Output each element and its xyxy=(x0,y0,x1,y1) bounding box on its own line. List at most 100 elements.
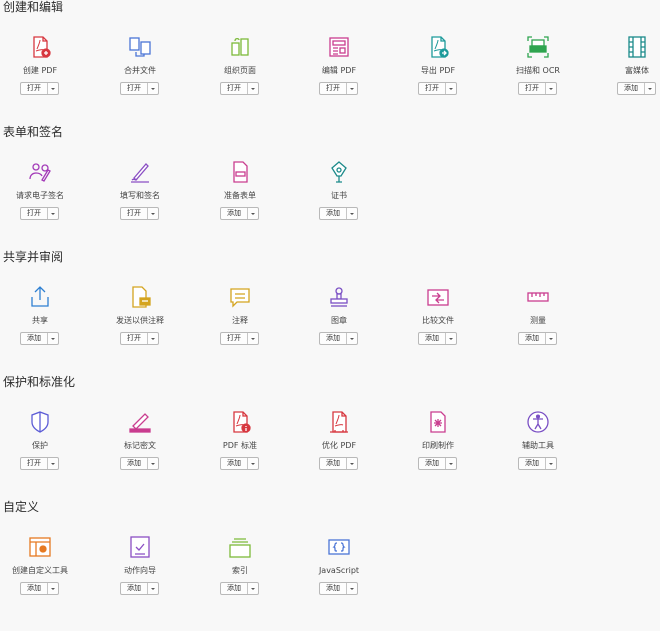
chevron-down-icon[interactable] xyxy=(545,333,556,344)
add-button[interactable]: 添加 xyxy=(320,458,346,469)
tool-card[interactable]: 保护打开 xyxy=(0,410,80,490)
open-button[interactable]: 打开 xyxy=(21,458,47,469)
tool-card[interactable]: 导出 PDF 打开 xyxy=(398,35,478,115)
add-button[interactable]: 添加 xyxy=(121,458,147,469)
protect-icon[interactable] xyxy=(28,410,52,434)
chevron-down-icon[interactable] xyxy=(147,458,158,469)
fill-sign-icon[interactable] xyxy=(128,160,152,184)
chevron-down-icon[interactable] xyxy=(247,333,258,344)
tool-label[interactable]: 图章 xyxy=(299,315,379,326)
chevron-down-icon[interactable] xyxy=(545,83,556,94)
tool-label[interactable]: 导出 PDF xyxy=(398,65,478,76)
add-button[interactable]: 添加 xyxy=(519,458,545,469)
tool-card[interactable]: 辅助工具 添加 xyxy=(498,410,578,490)
tool-label[interactable]: 证书 xyxy=(299,190,379,201)
add-button[interactable]: 添加 xyxy=(121,583,147,594)
tool-label[interactable]: 比较文件 xyxy=(398,315,478,326)
tool-label[interactable]: JavaScript xyxy=(299,565,379,576)
tool-card[interactable]: 创建自定义工具添加 xyxy=(0,535,80,615)
chevron-down-icon[interactable] xyxy=(147,333,158,344)
tool-label[interactable]: 创建自定义工具 xyxy=(0,565,80,576)
tool-card[interactable]: 准备表单 添加 xyxy=(200,160,280,240)
tool-card[interactable]: 优化 PDF 添加 xyxy=(299,410,379,490)
tool-label[interactable]: 保护 xyxy=(0,440,80,451)
tool-card[interactable]: 扫描和 OCR 打开 xyxy=(498,35,578,115)
tool-card[interactable]: 共享 添加 xyxy=(0,285,80,365)
chevron-down-icon[interactable] xyxy=(346,333,357,344)
add-button[interactable]: 添加 xyxy=(519,333,545,344)
tool-card[interactable]: 注释打开 xyxy=(200,285,280,365)
tool-card[interactable]: 动作向导添加 xyxy=(100,535,180,615)
tool-label[interactable]: 扫描和 OCR xyxy=(498,65,578,76)
chevron-down-icon[interactable] xyxy=(47,83,58,94)
tool-label[interactable]: 富媒体 xyxy=(597,65,660,76)
chevron-down-icon[interactable] xyxy=(147,83,158,94)
tool-card[interactable]: 印刷制作 添加 xyxy=(398,410,478,490)
chevron-down-icon[interactable] xyxy=(47,458,58,469)
print-production-icon[interactable] xyxy=(426,410,450,434)
open-button[interactable]: 打开 xyxy=(121,208,147,219)
tool-card[interactable]: 富媒体 添加 xyxy=(597,35,660,115)
chevron-down-icon[interactable] xyxy=(445,458,456,469)
compare-files-icon[interactable] xyxy=(426,285,450,309)
tool-card[interactable]: 创建 PDF 打开 xyxy=(0,35,80,115)
index-icon[interactable] xyxy=(228,535,252,559)
chevron-down-icon[interactable] xyxy=(247,458,258,469)
chevron-down-icon[interactable] xyxy=(346,458,357,469)
tool-label[interactable]: 创建 PDF xyxy=(0,65,80,76)
pdf-standards-icon[interactable] xyxy=(228,410,252,434)
chevron-down-icon[interactable] xyxy=(545,458,556,469)
add-button[interactable]: 添加 xyxy=(320,208,346,219)
tool-card[interactable]: 标记密文添加 xyxy=(100,410,180,490)
tool-card[interactable]: 证书添加 xyxy=(299,160,379,240)
open-button[interactable]: 打开 xyxy=(519,83,545,94)
add-button[interactable]: 添加 xyxy=(221,458,247,469)
organize-pages-icon[interactable] xyxy=(228,35,252,59)
add-button[interactable]: 添加 xyxy=(419,333,445,344)
tool-label[interactable]: 索引 xyxy=(200,565,280,576)
open-button[interactable]: 打开 xyxy=(221,83,247,94)
tool-card[interactable]: 合并文件 打开 xyxy=(100,35,180,115)
chevron-down-icon[interactable] xyxy=(147,583,158,594)
chevron-down-icon[interactable] xyxy=(47,583,58,594)
add-button[interactable]: 添加 xyxy=(21,583,47,594)
tool-card[interactable]: JavaScript 添加 xyxy=(299,535,379,615)
chevron-down-icon[interactable] xyxy=(346,83,357,94)
chevron-down-icon[interactable] xyxy=(47,333,58,344)
measure-icon[interactable] xyxy=(526,285,550,309)
open-button[interactable]: 打开 xyxy=(221,333,247,344)
tool-label[interactable]: 印刷制作 xyxy=(398,440,478,451)
chevron-down-icon[interactable] xyxy=(247,583,258,594)
open-button[interactable]: 打开 xyxy=(21,208,47,219)
tool-card[interactable]: 组织页面 打开 xyxy=(200,35,280,115)
chevron-down-icon[interactable] xyxy=(445,333,456,344)
tool-card[interactable]: 发送以供注释 打开 xyxy=(100,285,180,365)
tool-card[interactable]: 索引 添加 xyxy=(200,535,280,615)
tool-label[interactable]: 共享 xyxy=(0,315,80,326)
tool-card[interactable]: 请求电子签名打开 xyxy=(0,160,80,240)
scan-ocr-icon[interactable] xyxy=(526,35,550,59)
chevron-down-icon[interactable] xyxy=(346,208,357,219)
prepare-form-icon[interactable] xyxy=(228,160,252,184)
tool-label[interactable]: 注释 xyxy=(200,315,280,326)
tool-label[interactable]: 请求电子签名 xyxy=(0,190,80,201)
tool-label[interactable]: 标记密文 xyxy=(100,440,180,451)
export-pdf-icon[interactable] xyxy=(426,35,450,59)
open-button[interactable]: 打开 xyxy=(21,83,47,94)
chevron-down-icon[interactable] xyxy=(445,83,456,94)
tool-label[interactable]: PDF 标准 xyxy=(200,440,280,451)
share-icon[interactable] xyxy=(28,285,52,309)
add-button[interactable]: 添加 xyxy=(320,333,346,344)
tool-label[interactable]: 优化 PDF xyxy=(299,440,379,451)
tool-label[interactable]: 填写和签名 xyxy=(100,190,180,201)
chevron-down-icon[interactable] xyxy=(644,83,655,94)
tool-label[interactable]: 动作向导 xyxy=(100,565,180,576)
add-button[interactable]: 添加 xyxy=(221,208,247,219)
tool-card[interactable]: 测量 添加 xyxy=(498,285,578,365)
certificate-icon[interactable] xyxy=(327,160,351,184)
chevron-down-icon[interactable] xyxy=(47,208,58,219)
redact-icon[interactable] xyxy=(128,410,152,434)
chevron-down-icon[interactable] xyxy=(147,208,158,219)
combine-files-icon[interactable] xyxy=(128,35,152,59)
comment-icon[interactable] xyxy=(228,285,252,309)
